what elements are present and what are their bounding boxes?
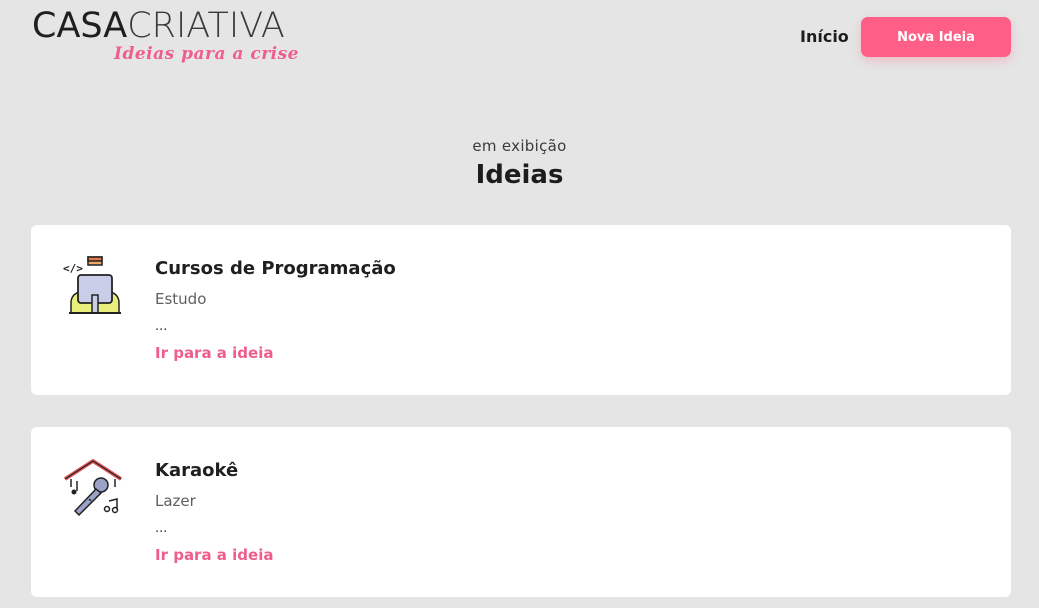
idea-card: Karaokê Lazer ... Ir para a ideia [31,427,1011,597]
idea-category: Lazer [155,492,196,510]
go-to-idea-link[interactable]: Ir para a ideia [155,344,273,362]
logo-wordmark: CASACRIATIVA [32,6,285,46]
programmer-laptop-icon: </> [61,255,125,319]
logo-tagline: Ideias para a crise [114,44,299,64]
svg-text:</>: </> [63,262,83,275]
section-subtitle: em exibição [472,137,567,155]
idea-title: Karaokê [155,460,239,481]
page: CASACRIATIVA Ideias para a crise Início … [0,0,1039,608]
idea-title: Cursos de Programação [155,258,396,279]
karaoke-microphone-icon [61,457,125,521]
idea-description: ... [155,521,168,536]
section-title: Ideias [475,160,564,190]
logo[interactable]: CASACRIATIVA Ideias para a crise [32,6,332,70]
logo-part-casa: CASA [32,6,128,46]
go-to-idea-link[interactable]: Ir para a ideia [155,546,273,564]
idea-category: Estudo [155,290,207,308]
logo-part-criativa: CRIATIVA [127,6,285,46]
idea-card: </> Cursos de Programação Estudo ... Ir … [31,225,1011,395]
idea-description: ... [155,319,168,334]
nav-home-link[interactable]: Início [800,27,849,47]
new-idea-button[interactable]: Nova Ideia [861,17,1011,57]
